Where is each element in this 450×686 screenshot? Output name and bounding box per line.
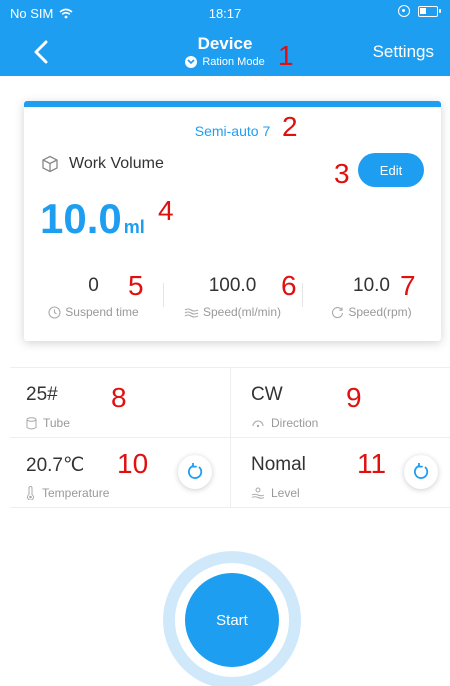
tube-caption: Tube <box>26 416 70 430</box>
temperature-refresh-button[interactable] <box>178 455 212 489</box>
speed-mlmin-caption: Speed(ml/min) <box>163 305 302 319</box>
annotation-11: 11 <box>357 448 387 479</box>
annotation-7: 7 <box>400 270 416 301</box>
temperature-caption: Temperature <box>26 486 109 500</box>
cylinder-icon <box>26 416 37 429</box>
direction-icon <box>252 420 264 428</box>
suspend-time-caption: Suspend time <box>24 305 163 319</box>
level-label: Level <box>271 486 300 500</box>
divider <box>163 283 164 307</box>
level-value: Nomal <box>251 454 306 475</box>
temperature-label: Temperature <box>42 486 110 500</box>
level-cell: Nomal Level <box>230 438 450 508</box>
level-refresh-button[interactable] <box>404 455 438 489</box>
refresh-icon <box>187 463 203 479</box>
chevron-down-icon <box>185 56 198 68</box>
battery-icon <box>418 5 441 17</box>
speed-rpm-value: 10.0 <box>353 275 390 296</box>
volume-display: 10.0 ml <box>40 195 145 243</box>
annotation-5: 5 <box>128 270 144 301</box>
annotation-4: 4 <box>158 195 174 226</box>
tube-value: 25# <box>26 384 58 405</box>
annotation-10: 10 <box>117 448 149 479</box>
refresh-icon <box>413 463 429 479</box>
level-icon <box>251 487 265 499</box>
tube-label: Tube <box>43 416 70 430</box>
speed-rpm-stat: 10.0 Speed(rpm) <box>302 275 441 319</box>
speed-mlmin-label: Speed(ml/min) <box>202 305 282 319</box>
annotation-3: 3 <box>334 158 350 189</box>
direction-cell: CW Direction <box>230 368 450 438</box>
edit-button[interactable]: Edit <box>358 153 424 187</box>
volume-value: 10.0 <box>40 195 122 242</box>
annotation-8: 8 <box>111 382 127 413</box>
level-caption: Level <box>251 486 300 500</box>
run-mode-label: Semi-auto 7 <box>194 123 271 139</box>
work-volume-card: Semi-auto 7 Work Volume Edit 10.0 ml 0 S… <box>24 101 441 341</box>
flow-icon <box>184 307 199 318</box>
rotation-lock-icon <box>398 5 410 17</box>
mode-label: Ration Mode <box>202 56 265 68</box>
clock-icon <box>48 305 61 319</box>
volume-unit: ml <box>123 217 145 237</box>
annotation-9: 9 <box>346 382 362 413</box>
rotation-icon <box>332 306 344 318</box>
status-right <box>398 5 441 17</box>
app-header: No SIM 18:17 Device Ration Mode Settings <box>0 0 450 76</box>
divider <box>302 283 303 307</box>
status-time: 18:17 <box>208 6 242 21</box>
direction-caption: Direction <box>251 416 318 430</box>
direction-label: Direction <box>271 416 319 430</box>
stats-row: 0 Suspend time 100.0 Speed(ml/min) 10.0 <box>24 275 441 319</box>
status-bar: No SIM 18:17 <box>0 0 450 24</box>
temperature-value: 20.7℃ <box>26 455 85 476</box>
annotation-2: 2 <box>282 111 298 142</box>
box-icon <box>42 155 58 173</box>
card-accent-bar <box>24 101 441 107</box>
direction-value: CW <box>251 384 283 405</box>
device-info-grid: 25# Tube CW Direction 20.7℃ Temperature <box>10 367 450 508</box>
start-button[interactable]: Start <box>185 573 279 667</box>
thermometer-icon <box>27 486 34 500</box>
annotation-6: 6 <box>281 270 297 301</box>
settings-button[interactable]: Settings <box>373 42 434 62</box>
speed-rpm-label: Speed(rpm) <box>348 305 412 319</box>
work-volume-label: Work Volume <box>69 155 164 172</box>
suspend-time-label: Suspend time <box>65 305 139 319</box>
speed-rpm-caption: Speed(rpm) <box>302 305 441 319</box>
work-volume-heading: Work Volume <box>41 155 164 173</box>
annotation-1: 1 <box>278 40 294 71</box>
